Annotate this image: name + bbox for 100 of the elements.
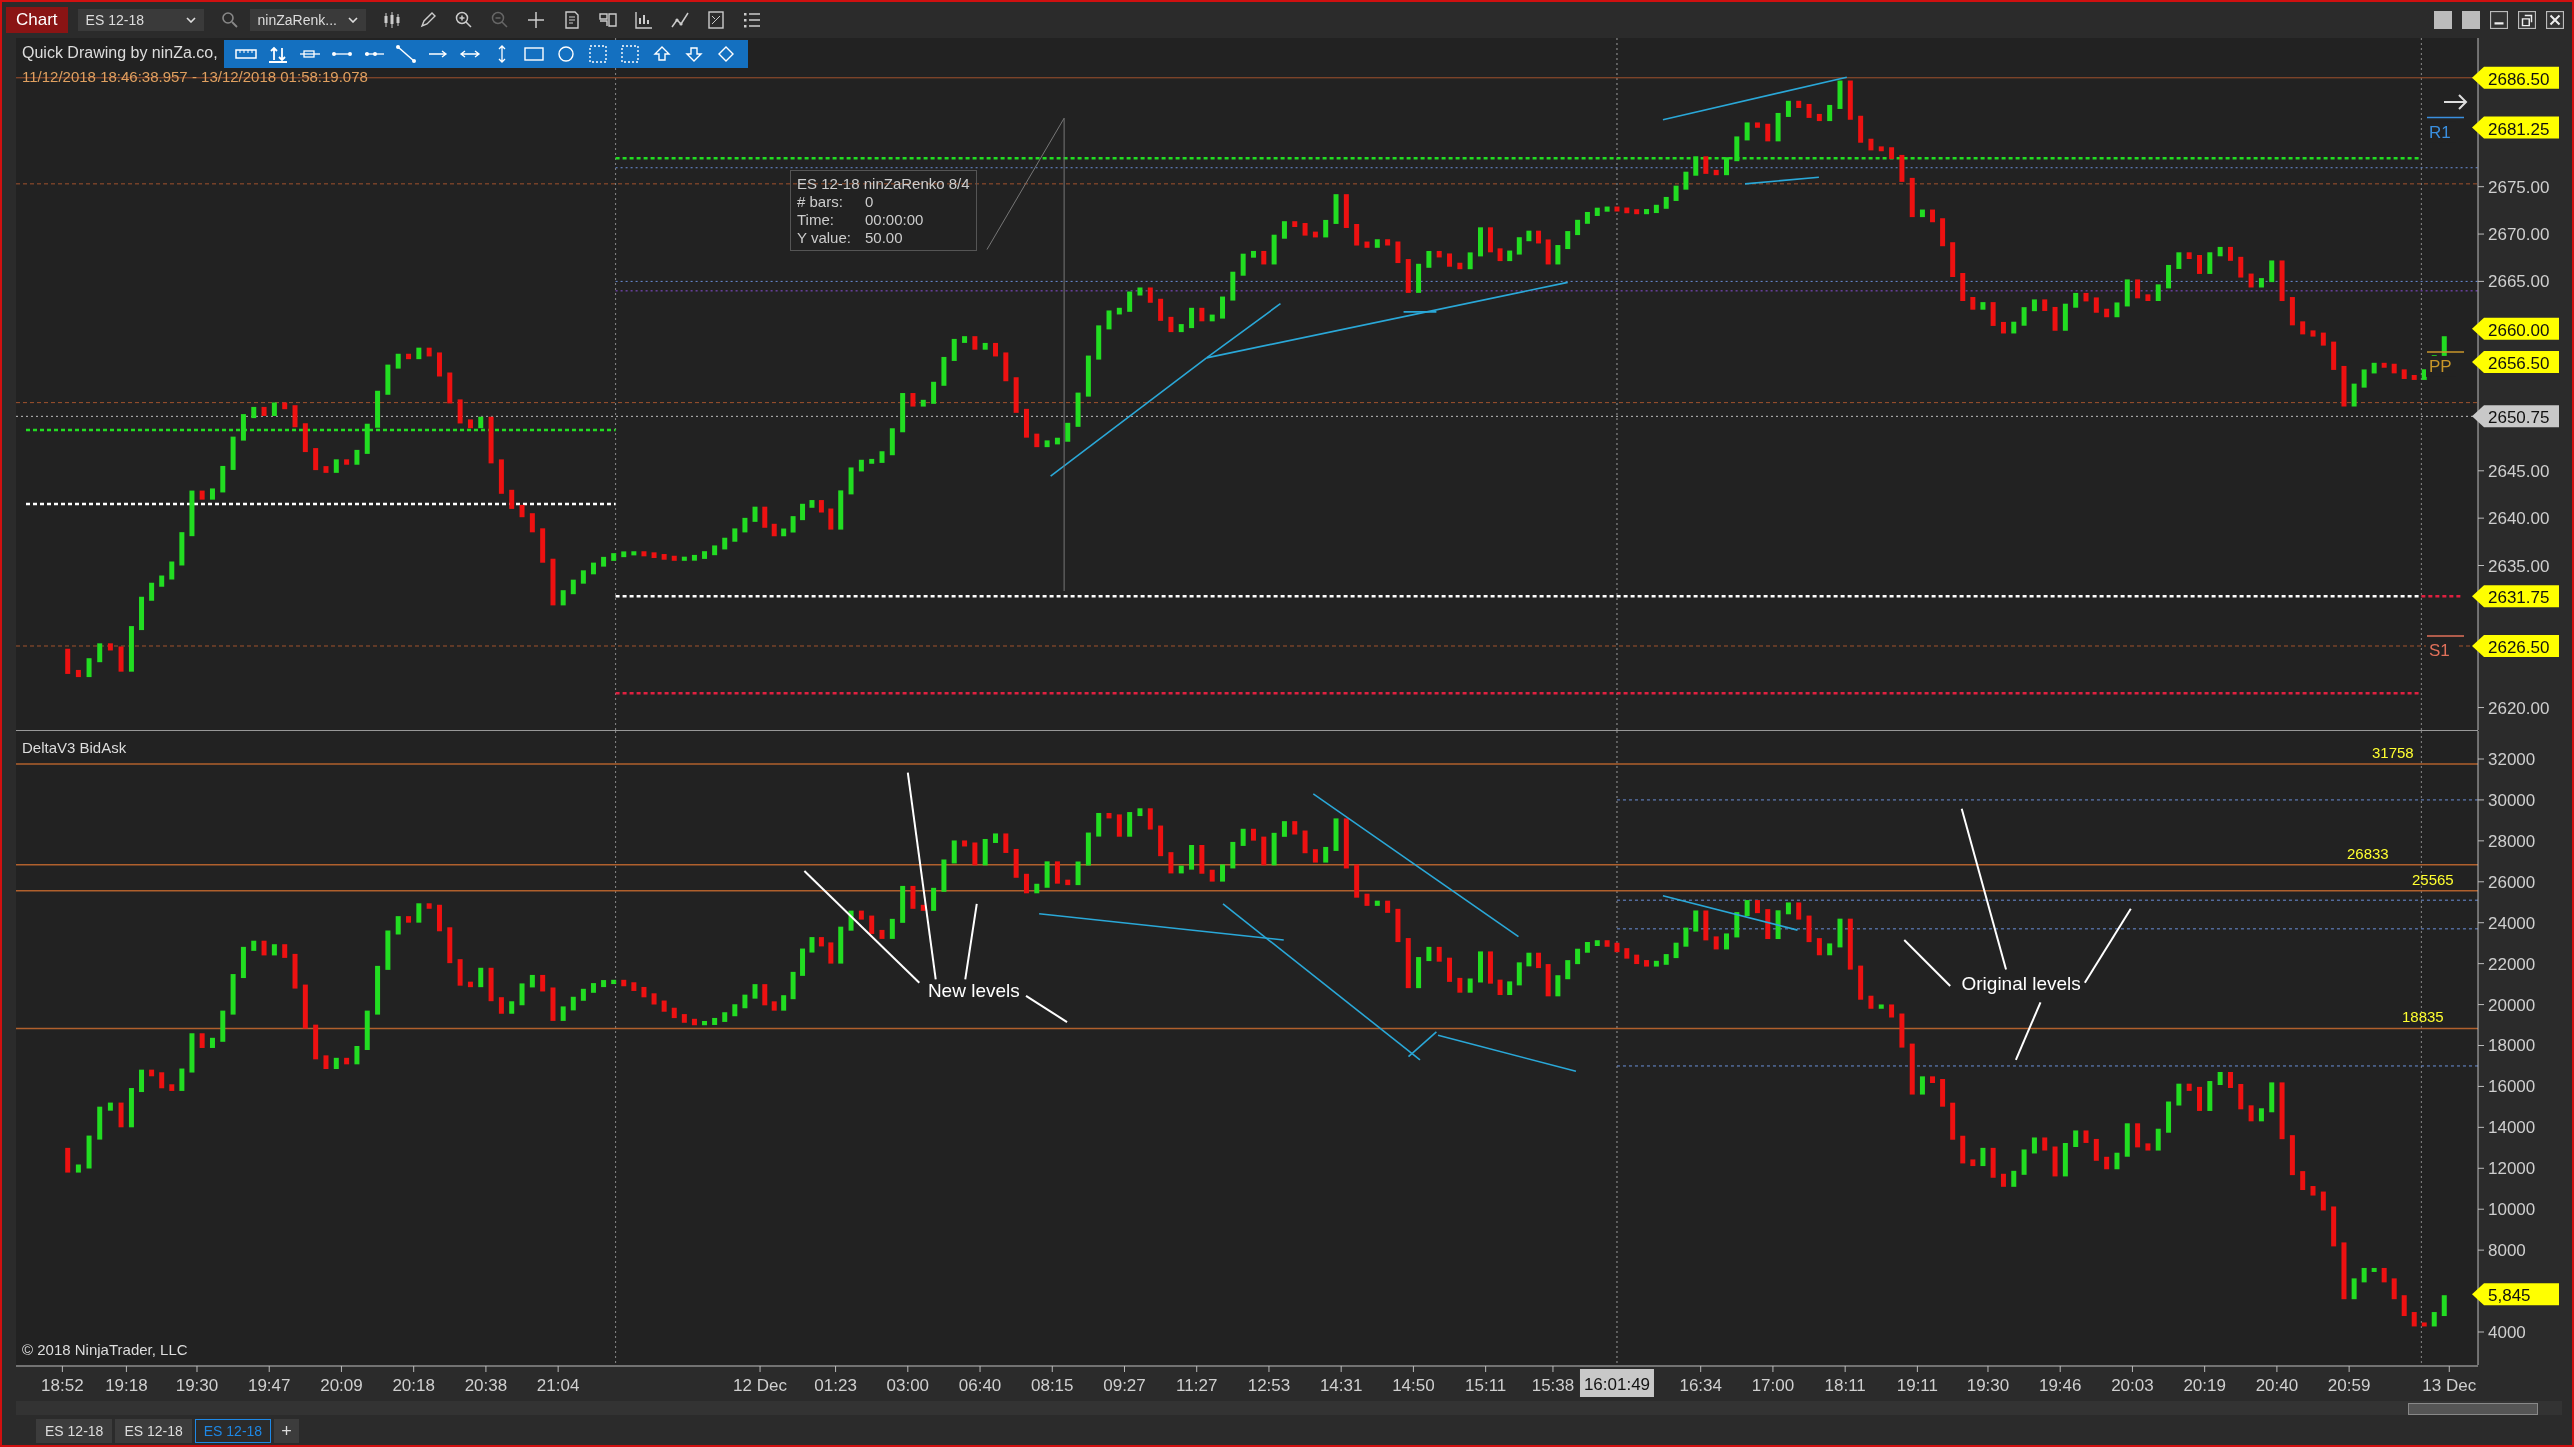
time-label: 20:38 [464,1365,508,1395]
bar-chart-icon[interactable] [633,10,654,30]
info-value: 00:00:00 [865,211,924,228]
info-label: # bars: [797,193,844,210]
time-label: 01:23 [814,1365,857,1395]
time-label: 20:18 [392,1365,435,1395]
arrow-icon[interactable] [2443,94,2468,110]
axis-label: 16000 [2477,1077,2536,1097]
axis-label: 2645.00 [2477,461,2550,481]
crosshair-icon[interactable] [525,10,546,30]
minimize-icon[interactable] [2490,11,2508,29]
axis-label: 30000 [2477,790,2536,810]
zoom-in-icon[interactable] [453,10,474,30]
axis-label: 8000 [2477,1241,2526,1261]
line-chart-icon[interactable] [669,10,690,30]
annotation-text: Original levels [1961,973,2081,995]
trend-line[interactable] [1437,1034,1577,1073]
trend-line[interactable] [1205,302,1282,359]
level-label: 26833 [2347,844,2389,862]
panel-title: DeltaV3 BidAsk [22,739,127,756]
trend-line[interactable] [1662,894,1799,931]
axis-label: 22000 [2477,954,2536,974]
close-icon[interactable] [2546,11,2564,29]
pivot-label: PP [2426,351,2465,377]
add-tab-button[interactable]: + [274,1419,299,1443]
time-label: 18:11 [1824,1365,1866,1395]
bar-type-dropdown[interactable]: ninZaRenk... [249,9,366,31]
price-tag: 2686.50 [2472,66,2559,89]
search-icon[interactable] [219,10,240,30]
info-title: ES 12-18 ninZaRenko 8/4 [797,175,970,192]
time-label: 17:00 [1751,1365,1795,1395]
info-label: Y value: [797,229,852,246]
horizontal-scrollbar[interactable] [16,1401,2562,1415]
chart-button[interactable]: Chart [6,7,68,33]
axis-label: 18000 [2477,1036,2536,1056]
trend-line[interactable] [1312,793,1520,938]
axis-label: 2635.00 [2477,556,2550,576]
price-tag: 2626.50 [2472,635,2559,657]
time-label: 03:00 [886,1365,930,1395]
restore-icon[interactable] [2518,11,2536,29]
chart-tab[interactable]: ES 12-18 [36,1419,113,1443]
dashed-square-icon[interactable] [586,44,610,64]
trend-line[interactable] [1402,311,1438,313]
axis-label: 28000 [2477,831,2536,851]
up-down-arrows-icon[interactable] [266,44,290,64]
trend-line[interactable] [1222,903,1421,1061]
trend-line[interactable] [1049,357,1208,477]
list-icon[interactable] [741,10,762,30]
caret-icon [185,17,196,23]
time-label: 20:03 [2111,1365,2154,1395]
value-tag: 5,845 [2472,1283,2559,1306]
axis-label: 2620.00 [2477,698,2550,718]
chart-tab[interactable]: ES 12-18 [194,1419,272,1443]
measure-line[interactable] [986,117,1065,592]
strategy-icon[interactable] [705,10,726,30]
time-label: 15:11 [1465,1365,1507,1395]
time-label: 20:59 [2327,1365,2371,1395]
panels-icon[interactable] [597,10,618,30]
time-label: 15:38 [1531,1365,1575,1395]
time-label: 19:11 [1896,1365,1939,1395]
trend-line[interactable] [1205,281,1569,359]
time-label: 18:52 [41,1365,84,1395]
time-range: 11/12/2018 18:46:38.957 - 13/12/2018 01:58:19.078 [22,68,368,85]
scrollbar-thumb[interactable] [2408,1403,2538,1415]
trend-line[interactable] [1744,176,1820,185]
time-label: 14:31 [1319,1365,1363,1395]
diagonal-line-icon[interactable] [394,44,418,64]
time-label: 14:50 [1392,1365,1435,1395]
leader-line [2014,1001,2042,1061]
axis-label: 12000 [2477,1159,2536,1179]
chart-tab[interactable]: ES 12-18 [115,1419,192,1443]
info-value: 0 [865,193,874,210]
rectangle-icon[interactable] [522,44,546,64]
axis-label: 10000 [2477,1200,2536,1220]
info-label: Time: [797,211,835,228]
pivot-label: R1 [2426,116,2465,143]
trend-line[interactable] [1407,1031,1438,1058]
zoom-out-icon[interactable] [489,10,510,30]
trend-line[interactable] [1662,76,1848,121]
indicator-title: Quick Drawing by ninZa.co, [22,44,218,62]
time-label: 19:30 [1966,1365,2010,1395]
axis-label: 2665.00 [2477,272,2550,292]
trend-line[interactable] [1038,912,1285,941]
price-tag: 2660.00 [2472,317,2559,340]
time-label: 09:27 [1103,1365,1146,1395]
time-label: 12:53 [1247,1365,1291,1395]
cursor-time-label: 16:01:49 [1580,1369,1654,1397]
time-label: 21:04 [536,1365,580,1395]
annotation-text: New levels [927,979,1020,1001]
dashed-square-icon[interactable] [618,44,642,64]
axis-label: 20000 [2477,995,2536,1015]
time-label: 13 Dec [2422,1365,2477,1395]
axis-label: 24000 [2477,913,2536,933]
time-label: 16:34 [1679,1365,1722,1395]
copyright-text: © 2018 NinjaTrader, LLC [22,1341,188,1358]
axis-label: 2675.00 [2477,177,2550,197]
leader-line [1025,994,1069,1024]
axis-label: 26000 [2477,872,2536,892]
instrument-dropdown[interactable]: ES 12-18 [77,9,204,31]
price-tag: 2631.75 [2472,585,2559,608]
